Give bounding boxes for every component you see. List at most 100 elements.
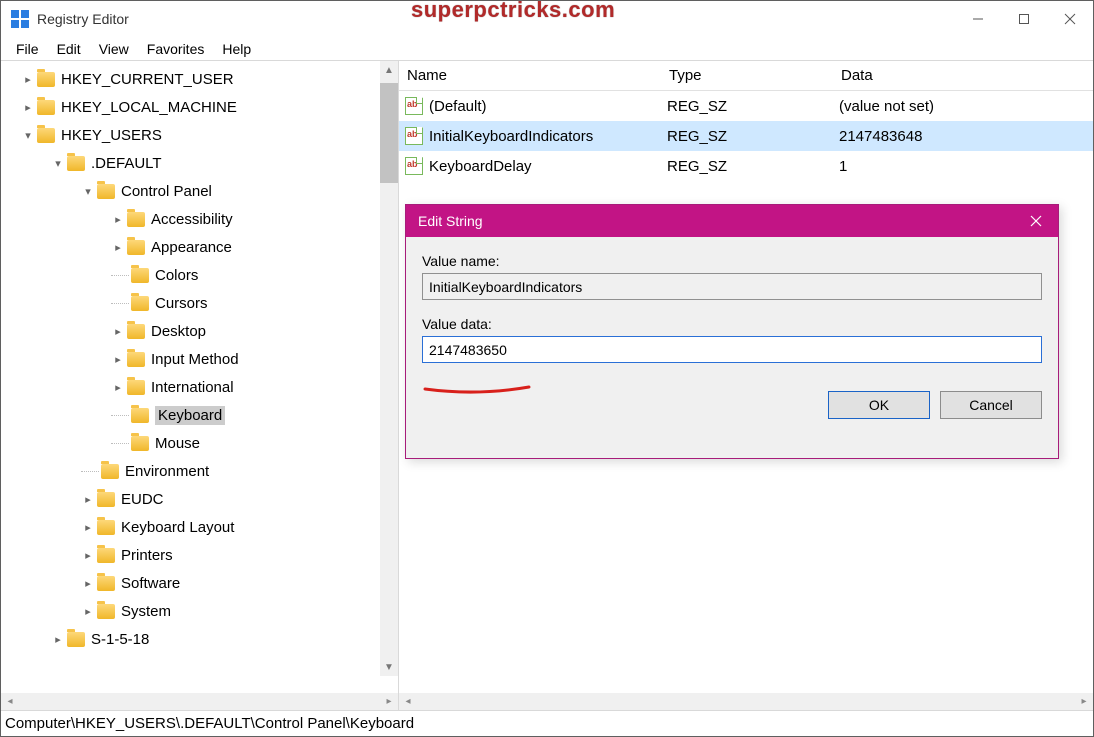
- tree-node-hku[interactable]: HKEY_USERS: [61, 127, 162, 144]
- tree-node[interactable]: S-1-5-18: [91, 631, 149, 648]
- list-row[interactable]: ab (Default) REG_SZ (value not set): [399, 91, 1093, 121]
- values-horizontal-scrollbar[interactable]: ◂ ▸: [399, 693, 1093, 710]
- folder-icon: [127, 380, 145, 395]
- column-header-name[interactable]: Name: [399, 67, 661, 84]
- scroll-right-arrow[interactable]: ▸: [1075, 693, 1093, 710]
- folder-icon: [131, 408, 149, 423]
- folder-icon: [131, 296, 149, 311]
- app-title: Registry Editor: [37, 11, 129, 27]
- menu-view[interactable]: View: [90, 39, 138, 59]
- chevron-right-icon[interactable]: ▸: [21, 72, 35, 86]
- menu-edit[interactable]: Edit: [48, 39, 90, 59]
- tree-node-hklm[interactable]: HKEY_LOCAL_MACHINE: [61, 99, 237, 116]
- menu-file[interactable]: File: [7, 39, 48, 59]
- tree-node[interactable]: Keyboard Layout: [121, 519, 234, 536]
- column-header-data[interactable]: Data: [833, 67, 1093, 84]
- annotation-underline: [423, 384, 531, 394]
- menu-help[interactable]: Help: [213, 39, 260, 59]
- tree-connector: [111, 443, 129, 444]
- folder-icon: [67, 632, 85, 647]
- value-type: REG_SZ: [667, 128, 839, 145]
- cancel-button[interactable]: Cancel: [940, 391, 1042, 419]
- tree-node[interactable]: Accessibility: [151, 211, 233, 228]
- scroll-left-arrow[interactable]: ◂: [1, 693, 19, 710]
- chevron-right-icon[interactable]: ▸: [51, 632, 65, 646]
- chevron-right-icon[interactable]: ▸: [111, 380, 125, 394]
- regedit-icon: [11, 10, 29, 28]
- registry-tree[interactable]: ▲ ▼ ▸HKEY_CURRENT_USER ▸HKEY_LOCAL_MACHI…: [1, 61, 398, 693]
- chevron-right-icon[interactable]: ▸: [111, 212, 125, 226]
- tree-connector: [111, 275, 129, 276]
- tree-node-keyboard-selected[interactable]: Keyboard: [155, 406, 225, 425]
- chevron-right-icon[interactable]: ▸: [81, 548, 95, 562]
- chevron-right-icon[interactable]: ▸: [81, 520, 95, 534]
- folder-icon: [101, 464, 119, 479]
- value-type: REG_SZ: [667, 98, 839, 115]
- chevron-down-icon[interactable]: ▾: [21, 128, 35, 142]
- value-name: (Default): [429, 98, 667, 115]
- folder-icon: [97, 184, 115, 199]
- list-row-selected[interactable]: ab InitialKeyboardIndicators REG_SZ 2147…: [399, 121, 1093, 151]
- tree-node-default[interactable]: .DEFAULT: [91, 155, 162, 172]
- tree-node-hkcu[interactable]: HKEY_CURRENT_USER: [61, 71, 234, 88]
- tree-node[interactable]: Environment: [125, 463, 209, 480]
- chevron-right-icon[interactable]: ▸: [81, 576, 95, 590]
- scroll-down-arrow[interactable]: ▼: [380, 658, 398, 676]
- tree-node[interactable]: Input Method: [151, 351, 239, 368]
- value-type: REG_SZ: [667, 158, 839, 175]
- list-body: ab (Default) REG_SZ (value not set) ab I…: [399, 91, 1093, 181]
- chevron-down-icon[interactable]: ▾: [51, 156, 65, 170]
- tree-node[interactable]: Mouse: [155, 435, 200, 452]
- edit-string-dialog: Edit String Value name: Value data: OK C…: [405, 204, 1059, 459]
- value-name-input[interactable]: [422, 273, 1042, 300]
- scroll-left-arrow[interactable]: ◂: [399, 693, 417, 710]
- folder-icon: [37, 72, 55, 87]
- tree-node[interactable]: System: [121, 603, 171, 620]
- list-row[interactable]: ab KeyboardDelay REG_SZ 1: [399, 151, 1093, 181]
- tree-node[interactable]: Appearance: [151, 239, 232, 256]
- tree-pane: ▲ ▼ ▸HKEY_CURRENT_USER ▸HKEY_LOCAL_MACHI…: [1, 61, 399, 710]
- watermark-text: superpctricks.com: [411, 0, 615, 23]
- folder-icon: [97, 492, 115, 507]
- minimize-button[interactable]: [955, 4, 1001, 34]
- value-data-input[interactable]: [422, 336, 1042, 363]
- chevron-right-icon[interactable]: ▸: [81, 492, 95, 506]
- value-data: 1: [839, 158, 1093, 175]
- scroll-right-arrow[interactable]: ▸: [380, 693, 398, 710]
- column-header-type[interactable]: Type: [661, 67, 833, 84]
- menubar: File Edit View Favorites Help: [1, 37, 1093, 61]
- value-data: (value not set): [839, 98, 1093, 115]
- chevron-right-icon[interactable]: ▸: [21, 100, 35, 114]
- folder-icon: [131, 436, 149, 451]
- tree-node[interactable]: Colors: [155, 267, 198, 284]
- chevron-right-icon[interactable]: ▸: [111, 324, 125, 338]
- tree-node-control-panel[interactable]: Control Panel: [121, 183, 212, 200]
- tree-node[interactable]: Cursors: [155, 295, 208, 312]
- close-button[interactable]: [1047, 4, 1093, 34]
- folder-icon: [97, 520, 115, 535]
- string-value-icon: ab: [405, 97, 423, 115]
- folder-icon: [131, 268, 149, 283]
- tree-connector: [81, 471, 99, 472]
- tree-node[interactable]: EUDC: [121, 491, 164, 508]
- statusbar: Computer\HKEY_USERS\.DEFAULT\Control Pan…: [1, 710, 1093, 736]
- maximize-button[interactable]: [1001, 4, 1047, 34]
- ok-button[interactable]: OK: [828, 391, 930, 419]
- chevron-right-icon[interactable]: ▸: [111, 240, 125, 254]
- menu-favorites[interactable]: Favorites: [138, 39, 214, 59]
- value-name: InitialKeyboardIndicators: [429, 128, 667, 145]
- dialog-title: Edit String: [418, 213, 483, 229]
- folder-icon: [127, 240, 145, 255]
- string-value-icon: ab: [405, 127, 423, 145]
- chevron-down-icon[interactable]: ▾: [81, 184, 95, 198]
- chevron-right-icon[interactable]: ▸: [111, 352, 125, 366]
- tree-node[interactable]: Printers: [121, 547, 173, 564]
- chevron-right-icon[interactable]: ▸: [81, 604, 95, 618]
- dialog-close-button[interactable]: [1014, 205, 1058, 237]
- tree-node[interactable]: International: [151, 379, 234, 396]
- tree-node[interactable]: Desktop: [151, 323, 206, 340]
- tree-node[interactable]: Software: [121, 575, 180, 592]
- folder-icon: [67, 156, 85, 171]
- string-value-icon: ab: [405, 157, 423, 175]
- tree-horizontal-scrollbar[interactable]: ◂ ▸: [1, 693, 398, 710]
